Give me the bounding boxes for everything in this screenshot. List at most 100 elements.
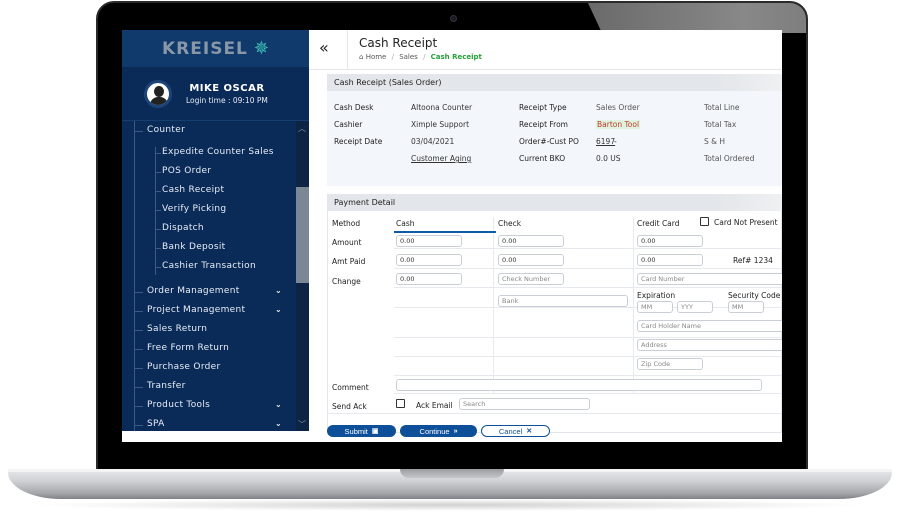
sidebar-item-dispatch[interactable]: Dispatch — [155, 223, 204, 233]
sidebar-nav: Counter Expedite Counter Sales POS Order… — [122, 121, 309, 431]
sidebar-item-free-form-return[interactable]: Free Form Return — [133, 343, 229, 353]
order-number-link[interactable]: 6197 — [596, 137, 615, 146]
ack-email-input[interactable]: Search — [459, 398, 590, 410]
exp-month-input[interactable]: MM — [637, 301, 673, 313]
exp-year-input[interactable]: YYY — [677, 301, 713, 313]
payment-grid: Method Amount Amt Paid Change Comment Se… — [327, 211, 782, 433]
active-tab-indicator — [394, 231, 496, 233]
cash-amount-input[interactable]: 0.00 — [396, 235, 462, 247]
close-icon: ✕ — [526, 428, 533, 435]
card-number-input[interactable]: Card Number — [637, 273, 782, 285]
cashier-value: Ximple Support — [411, 120, 470, 129]
cc-amount-input[interactable]: 0.00 — [637, 235, 703, 247]
double-chevron-right-icon: » — [453, 427, 458, 435]
scroll-down-icon[interactable]: ﹀ — [298, 419, 306, 430]
brand-logo[interactable]: KREISEL ✵ — [122, 30, 309, 67]
sidebar-item-product-tools[interactable]: Product Tools — [133, 400, 210, 410]
sidebar: KREISEL ✵ MIKE OSCAR Login time : 09:10 … — [122, 30, 309, 442]
receipt-section-title: Cash Receipt (Sales Order) — [327, 74, 782, 91]
card-holder-name-input[interactable]: Card Holder Name — [637, 320, 782, 332]
login-time: Login time : 09:10 PM — [186, 95, 268, 105]
page-header: « Cash Receipt ⌂ Home / Sales / Cash Rec… — [309, 30, 782, 70]
comment-input[interactable] — [396, 379, 762, 391]
cash-change-input[interactable]: 0.00 — [396, 273, 462, 285]
current-bko-value: 0.0 US — [596, 154, 621, 163]
sidebar-item-cash-receipt[interactable]: Cash Receipt — [154, 185, 224, 195]
breadcrumb-home[interactable]: Home — [366, 53, 387, 61]
check-number-input[interactable]: Check Number — [498, 273, 564, 285]
sidebar-item-pos-order[interactable]: POS Order — [154, 166, 211, 176]
sidebar-item-order-management[interactable]: Order Management — [134, 286, 240, 296]
double-chevron-left-icon[interactable]: « — [319, 38, 329, 57]
receipt-from-label: Receipt From — [519, 120, 568, 129]
method-label: Method — [332, 219, 361, 228]
cash-amt-paid-input[interactable]: 0.00 — [396, 254, 462, 266]
sidebar-item-sales-return[interactable]: Sales Return — [133, 324, 207, 334]
save-icon: ▣ — [371, 428, 379, 435]
send-ack-checkbox[interactable] — [396, 399, 405, 408]
sidebar-item-counter[interactable]: Counter — [133, 125, 185, 135]
comment-label: Comment — [332, 383, 369, 392]
breadcrumb-sales[interactable]: Sales — [399, 53, 418, 61]
user-name: MIKE OSCAR — [189, 82, 265, 94]
cash-desk-label: Cash Desk — [334, 103, 374, 112]
continue-button[interactable]: Continue » — [400, 425, 477, 437]
laptop-base — [8, 469, 892, 499]
check-amount-input[interactable]: 0.00 — [498, 235, 564, 247]
payment-section: Payment Detail Method Amount Amt Paid Ch… — [327, 194, 782, 433]
receipt-type-value: Sales Order — [596, 103, 640, 112]
sidebar-item-project-management[interactable]: Project Management — [133, 305, 245, 315]
total-line-label: Total Line — [704, 103, 740, 112]
security-code-label: Security Code — [728, 291, 781, 300]
laptop-mockup: KREISEL ✵ MIKE OSCAR Login time : 09:10 … — [0, 0, 900, 531]
cc-amt-paid-input[interactable]: 0.00 — [637, 254, 703, 266]
tab-check[interactable]: Check — [498, 219, 521, 228]
chevron-down-icon[interactable]: ⌄ — [275, 286, 282, 295]
bank-input[interactable]: Bank — [498, 295, 628, 307]
sh-label: S & H — [704, 137, 726, 146]
sidebar-item-expedite-counter-sales[interactable]: Expedite Counter Sales — [155, 147, 274, 157]
security-code-input[interactable]: MM — [728, 301, 764, 313]
card-not-present-checkbox[interactable] — [700, 217, 709, 226]
sidebar-item-cashier-transaction[interactable]: Cashier Transaction — [155, 261, 256, 271]
receipt-from-value: Barton Tool — [596, 120, 641, 129]
sidebar-scrollbar[interactable]: ︿ ﹀ — [296, 121, 309, 431]
expiration-label: Expiration — [637, 291, 676, 300]
page-title: Cash Receipt — [359, 36, 438, 50]
avatar[interactable] — [144, 79, 172, 108]
ack-email-label: Ack Email — [416, 401, 453, 410]
user-profile: MIKE OSCAR Login time : 09:10 PM — [122, 67, 309, 121]
receipt-info-panel: Cash Desk Altoona Counter Cashier Ximple… — [327, 91, 782, 186]
sidebar-item-verify-picking[interactable]: Verify Picking — [154, 204, 226, 214]
sidebar-item-purchase-order[interactable]: Purchase Order — [134, 362, 221, 372]
sidebar-item-spa[interactable]: SPA — [134, 419, 165, 429]
screen-glare — [588, 3, 806, 33]
receipt-date-label: Receipt Date — [334, 137, 383, 146]
sidebar-item-transfer[interactable]: Transfer — [134, 381, 186, 391]
total-tax-label: Total Tax — [704, 120, 737, 129]
ref-number: Ref# 1234 — [733, 256, 773, 265]
address-input[interactable]: Address — [637, 339, 782, 351]
zip-code-input[interactable]: Zip Code — [637, 358, 703, 370]
chevron-down-icon[interactable]: ⌄ — [275, 305, 282, 314]
sidebar-item-bank-deposit[interactable]: Bank Deposit — [154, 242, 225, 252]
scroll-up-icon[interactable]: ︿ — [298, 123, 306, 134]
submit-button[interactable]: Submit ▣ — [327, 425, 396, 437]
chevron-down-icon[interactable]: ⌄ — [275, 400, 282, 409]
receipt-type-label: Receipt Type — [519, 103, 567, 112]
cancel-button[interactable]: Cancel ✕ — [481, 425, 550, 437]
receipt-date-value: 03/04/2021 — [411, 137, 455, 146]
scroll-thumb[interactable] — [296, 187, 309, 283]
change-label: Change — [332, 277, 361, 286]
breadcrumb: ⌂ Home / Sales / Cash Receipt — [359, 53, 482, 61]
camera-icon — [450, 15, 457, 22]
check-amt-paid-input[interactable]: 0.00 — [498, 254, 564, 266]
breadcrumb-cash-receipt: Cash Receipt — [430, 53, 482, 61]
tab-cash[interactable]: Cash — [396, 219, 415, 228]
star-burst-icon: ✵ — [253, 37, 269, 59]
chevron-down-icon[interactable]: ⌄ — [275, 419, 282, 428]
customer-aging-link[interactable]: Customer Aging — [411, 154, 471, 163]
amount-label: Amount — [332, 238, 362, 247]
form-content: Cash Receipt (Sales Order) Cash Desk Alt… — [327, 74, 782, 433]
tab-credit-card[interactable]: Credit Card — [637, 219, 679, 228]
